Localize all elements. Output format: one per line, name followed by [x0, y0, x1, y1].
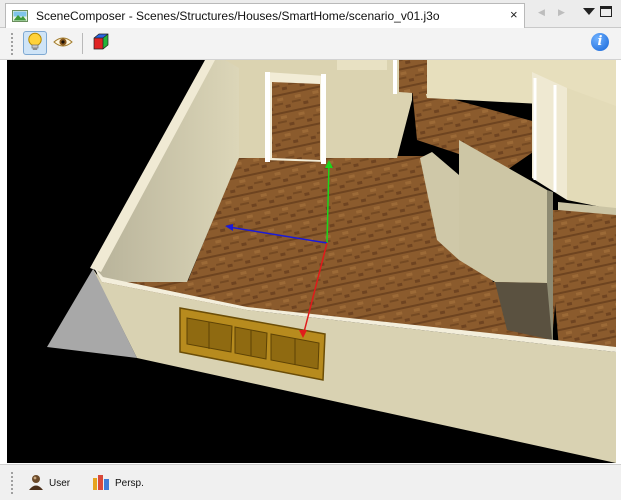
scene-image-icon — [12, 10, 28, 22]
cube-icon — [92, 33, 110, 54]
projection-mode-label: Persp. — [115, 477, 144, 489]
tab-title: SceneComposer - Scenes/Structures/Houses… — [36, 9, 440, 23]
scroll-left-icon[interactable]: ◀ — [538, 7, 545, 18]
close-tab-icon[interactable]: × — [510, 7, 518, 22]
add-geometry-button[interactable] — [89, 31, 113, 55]
scroll-right-icon[interactable]: ▶ — [558, 7, 565, 18]
camera-mode-label: User — [49, 477, 71, 489]
toolbar-separator — [82, 33, 83, 54]
right-wall — [567, 88, 616, 210]
user-camera-icon — [27, 473, 45, 494]
camera-mode-button[interactable]: User — [27, 471, 70, 495]
side-room-floor — [547, 210, 616, 350]
toolbar-grip[interactable] — [10, 32, 14, 56]
statusbar-grip[interactable] — [10, 471, 14, 495]
chevron-down-icon[interactable] — [583, 8, 595, 15]
lightbulb-icon — [26, 32, 44, 55]
viewport-statusbar: User Persp. — [0, 464, 621, 500]
maximize-icon[interactable] — [600, 6, 612, 17]
info-icon[interactable]: i — [591, 33, 609, 51]
toggle-visibility-button[interactable] — [51, 31, 75, 55]
doorway-floor — [272, 82, 320, 160]
upper-wall-left — [337, 60, 387, 70]
door-frame-left — [265, 72, 270, 162]
eye-icon — [53, 35, 73, 52]
back-right-opening — [532, 72, 567, 200]
scene-toolbar: i — [0, 28, 621, 60]
projection-mode-button[interactable]: Persp. — [91, 471, 144, 495]
door-frame-right — [321, 74, 326, 164]
scene-viewport[interactable] — [7, 60, 616, 463]
toggle-light-button[interactable] — [23, 31, 47, 55]
upper-door-frame — [393, 60, 397, 94]
upper-floor-strip — [399, 60, 427, 94]
editor-tab-bar: SceneComposer - Scenes/Structures/Houses… — [0, 0, 621, 28]
editor-tab[interactable]: SceneComposer - Scenes/Structures/Houses… — [5, 3, 525, 28]
perspective-icon — [91, 472, 111, 495]
